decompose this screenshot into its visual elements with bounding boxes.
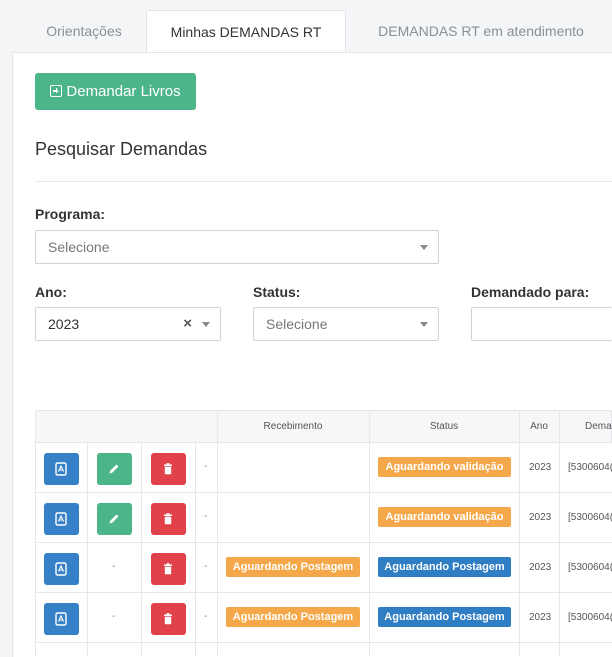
tab-minhas-demandas-rt[interactable]: Minhas DEMANDAS RT: [146, 10, 346, 54]
pdf-icon: [55, 612, 67, 626]
dash-text: -: [112, 611, 116, 622]
ano-select[interactable]: 2023 ×: [35, 307, 221, 341]
demandado-para-select[interactable]: [471, 307, 612, 341]
demanda-cell: [5300604(: [568, 462, 612, 473]
edit-button[interactable]: [97, 453, 132, 485]
demandar-livros-label: Demandar Livros: [66, 83, 181, 100]
edit-button[interactable]: [97, 503, 132, 535]
caret-down-icon: [420, 322, 428, 327]
recebimento-badge: Aguardando Postagem: [226, 607, 360, 627]
clear-icon[interactable]: ×: [183, 308, 192, 340]
status-badge: Aguardando validação: [378, 507, 511, 527]
plus-square-icon: [50, 85, 63, 97]
ano-cell: 2023: [529, 612, 552, 623]
dash-text: -: [204, 511, 208, 522]
programa-label: Programa:: [35, 206, 106, 222]
status-badge: Aguardando Postagem: [378, 607, 511, 627]
caret-down-icon: [202, 322, 210, 327]
header-recebimento: Recebimento: [263, 421, 323, 432]
section-title: Pesquisar Demandas: [35, 139, 208, 159]
pencil-icon: [109, 464, 119, 474]
trash-icon: [164, 463, 172, 475]
pdf-icon: [55, 462, 67, 476]
pdf-icon: [55, 512, 67, 526]
pdf-button[interactable]: [44, 553, 79, 585]
ano-cell: 2023: [529, 562, 552, 573]
status-select[interactable]: Selecione: [253, 307, 439, 341]
delete-button[interactable]: [151, 553, 186, 585]
pdf-icon: [55, 562, 67, 576]
programa-select[interactable]: Selecione: [35, 230, 439, 264]
caret-down-icon: [420, 245, 428, 250]
status-select-value: Selecione: [266, 316, 328, 332]
demandado-para-label: Demandado para:: [471, 284, 590, 300]
table-row: - - Aguardando Postagem Aguardando Posta…: [35, 593, 612, 643]
header-demanda: Dema: [585, 421, 612, 432]
dash-text: -: [204, 461, 208, 472]
divider: [35, 181, 612, 182]
programa-select-value: Selecione: [48, 239, 110, 255]
tab-demandas-rt-em-atendimento[interactable]: DEMANDAS RT em atendimento: [346, 10, 612, 52]
ano-select-value: 2023: [48, 316, 80, 332]
trash-icon: [164, 613, 172, 625]
pdf-button[interactable]: [44, 603, 79, 635]
header-status: Status: [429, 421, 459, 432]
delete-button[interactable]: [151, 503, 186, 535]
tab-orientacoes[interactable]: Orientações: [24, 10, 144, 52]
trash-icon: [164, 563, 172, 575]
pdf-button[interactable]: [44, 503, 79, 535]
header-ano: Ano: [530, 421, 548, 432]
trash-icon: [164, 513, 172, 525]
table-row: - Aguardando validação 2023 [5300604(: [35, 443, 612, 493]
recebimento-badge: Aguardando Postagem: [226, 557, 360, 577]
dash-text: -: [204, 611, 208, 622]
demanda-cell: [5300604(: [568, 562, 612, 573]
ano-label: Ano:: [35, 284, 67, 300]
status-badge: Aguardando validação: [378, 457, 511, 477]
delete-button[interactable]: [151, 603, 186, 635]
dash-text: -: [204, 561, 208, 572]
demandas-table: Recebimento Status Ano Dema - Aguardando…: [35, 410, 612, 656]
status-label: Status:: [253, 284, 301, 300]
demanda-cell: [5300604(: [568, 612, 612, 623]
demandar-livros-button[interactable]: Demandar Livros: [35, 73, 196, 110]
pencil-icon: [109, 514, 119, 524]
demanda-cell: [5300604(: [568, 512, 612, 523]
pdf-button[interactable]: [44, 453, 79, 485]
table-row: - Aguardando validação 2023 [5300604(: [35, 493, 612, 543]
ano-cell: 2023: [529, 512, 552, 523]
ano-cell: 2023: [529, 462, 552, 473]
table-row: - - Aguardando Postagem Aguardando Posta…: [35, 543, 612, 593]
delete-button[interactable]: [151, 453, 186, 485]
status-badge: Aguardando Postagem: [378, 557, 511, 577]
dash-text: -: [112, 561, 116, 572]
tab-bar: Orientações Minhas DEMANDAS RT DEMANDAS …: [12, 0, 612, 54]
